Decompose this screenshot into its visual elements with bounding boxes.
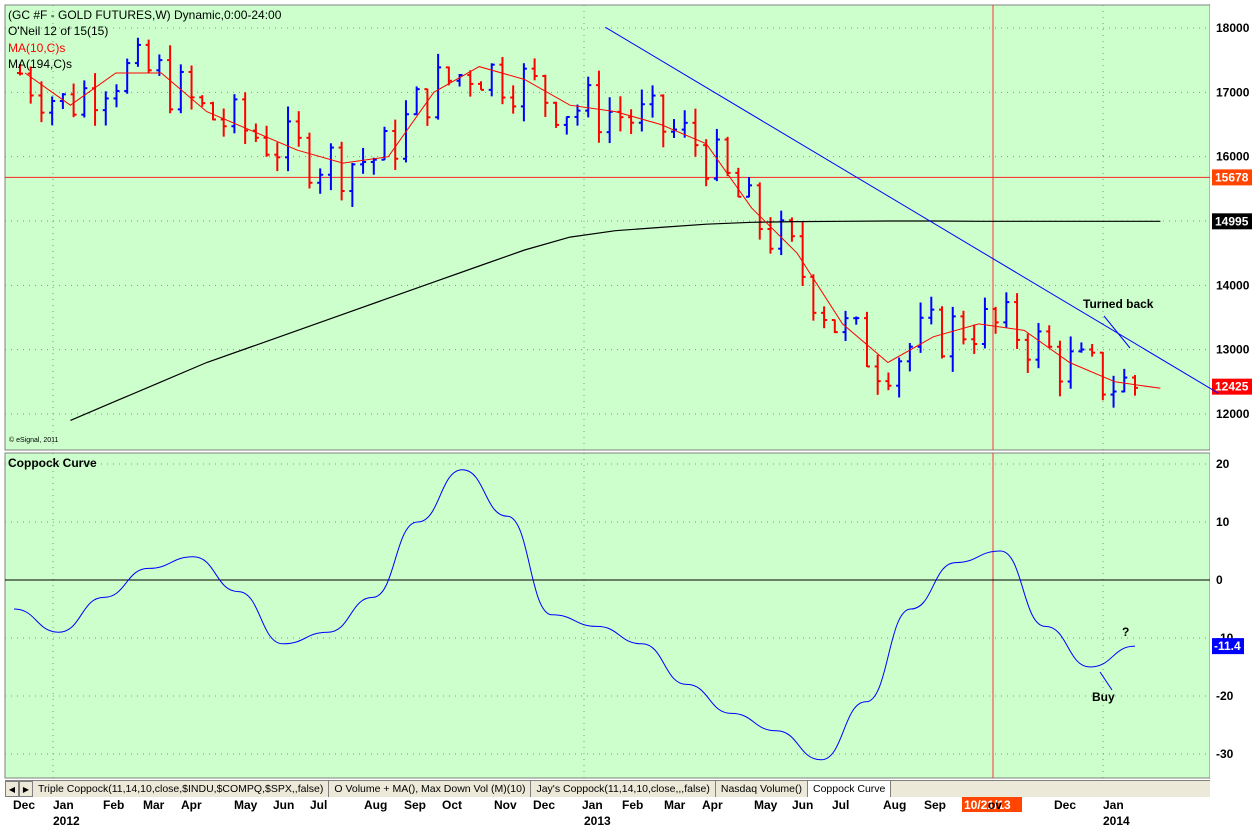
month-label: Sep: [404, 798, 426, 812]
month-label: Apr: [702, 798, 723, 812]
coppock-title: Coppock Curve: [8, 456, 97, 470]
month-label: Mar: [143, 798, 165, 812]
month-label: Jun: [792, 798, 813, 812]
month-label: Aug: [364, 798, 387, 812]
month-label: Feb: [103, 798, 124, 812]
coppock-value-tag-label: -11.4: [1214, 639, 1241, 653]
year-label: 2012: [53, 814, 80, 828]
price-title: (GC #F - GOLD FUTURES,W) Dynamic,0:00-24…: [8, 8, 282, 22]
tab-jays-coppock[interactable]: Jay's Coppock(11,14,10,close,,,false): [531, 781, 716, 797]
month-label: ov: [988, 798, 1002, 812]
turned-back-annotation: Turned back: [1083, 297, 1154, 311]
month-label: May: [234, 798, 258, 812]
year-label: 2014: [1103, 814, 1130, 828]
price-tick-label: 13000: [1216, 343, 1250, 357]
year-label: 2013: [584, 814, 611, 828]
price-tick-label: 12000: [1216, 407, 1250, 421]
month-label: Jan: [582, 798, 603, 812]
month-label: Oct: [442, 798, 462, 812]
coppock-tick-label: 20: [1216, 457, 1230, 471]
tab-scroll-right-button[interactable]: ▶: [19, 781, 33, 797]
price-tag-label: 14995: [1215, 214, 1249, 228]
month-label: Mar: [664, 798, 686, 812]
tab-o-volume[interactable]: O Volume + MA(), Max Down Vol (M)(10): [329, 781, 532, 797]
month-label: May: [754, 798, 778, 812]
chart-stage: 1800017000160001500014000130001200015678…: [0, 0, 1256, 833]
study-tab-bar: ◀ ▶ Triple Coppock(11,14,10,close,$INDU,…: [5, 780, 1210, 797]
month-label: Dec: [13, 798, 35, 812]
ma-long-label: MA(194,C)s: [8, 57, 73, 71]
month-label: Jan: [1103, 798, 1124, 812]
coppock-tick-label: -20: [1216, 689, 1234, 703]
month-label: Nov: [494, 798, 517, 812]
ma-short-label: MA(10,C)s: [8, 41, 66, 55]
coppock-tick-label: -30: [1216, 747, 1234, 761]
month-label: Jan: [53, 798, 74, 812]
price-tick-label: 18000: [1216, 21, 1250, 35]
coppock-tick-label: 10: [1216, 515, 1230, 529]
tab-scroll-left-button[interactable]: ◀: [5, 781, 19, 797]
chart-svg: 1800017000160001500014000130001200015678…: [4, 4, 1256, 832]
month-label: Feb: [622, 798, 643, 812]
tab-triple-coppock[interactable]: Triple Coppock(11,14,10,close,$INDU,$COM…: [33, 781, 330, 797]
question-annotation: ?: [1122, 625, 1130, 639]
price-tag-label: 15678: [1215, 170, 1249, 184]
tab-coppock-curve[interactable]: Coppock Curve: [808, 781, 892, 797]
month-label: Aug: [883, 798, 906, 812]
price-tick-label: 14000: [1216, 278, 1250, 292]
price-tick-label: 16000: [1216, 150, 1250, 164]
month-label: Dec: [533, 798, 555, 812]
tab-nasdaq-volume[interactable]: Nasdaq Volume(): [715, 781, 808, 797]
price-panel-bg: [4, 4, 1211, 451]
month-label: Sep: [924, 798, 946, 812]
month-label: Jul: [832, 798, 849, 812]
month-label: Jul: [310, 798, 327, 812]
price-tag-label: 12425: [1215, 380, 1249, 394]
month-label: Dec: [1054, 798, 1076, 812]
price-tick-label: 17000: [1216, 85, 1250, 99]
study-label: O'Neil 12 of 15(15): [8, 24, 109, 38]
buy-annotation: Buy: [1092, 690, 1115, 704]
coppock-panel-bg: [4, 452, 1211, 779]
month-label: Jun: [273, 798, 294, 812]
coppock-tick-label: 0: [1216, 573, 1223, 587]
copyright-label: © eSignal, 2011: [9, 437, 59, 444]
month-label: Apr: [181, 798, 202, 812]
